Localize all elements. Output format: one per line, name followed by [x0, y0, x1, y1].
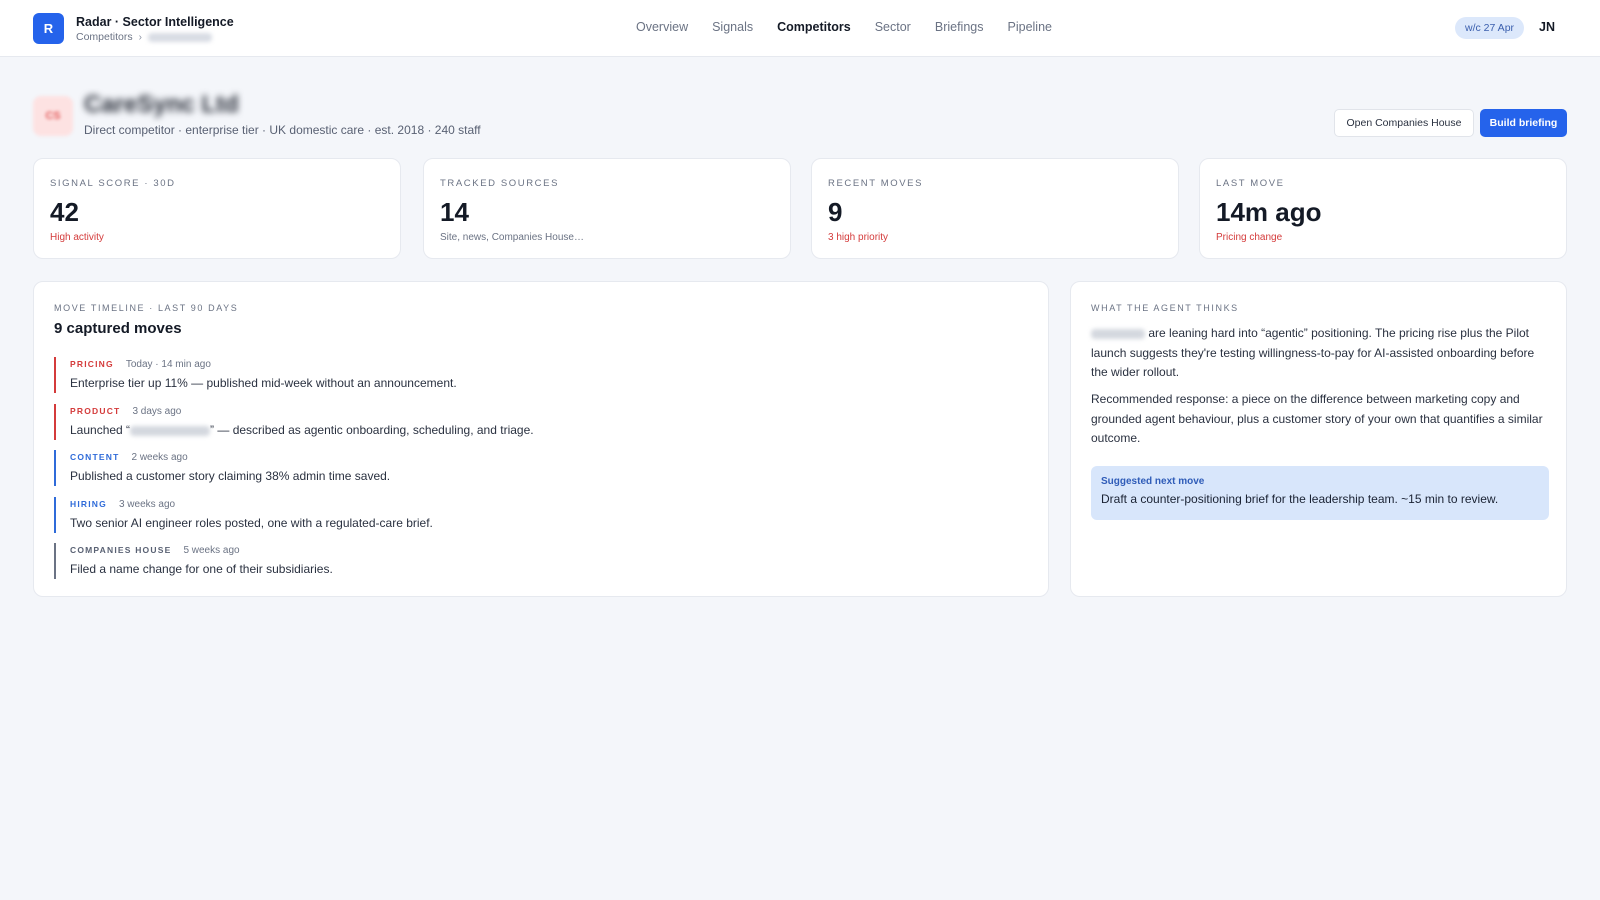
move-time: 5 weeks ago: [183, 544, 240, 556]
move-time: Today · 14 min ago: [125, 358, 211, 370]
move-tag: PRICING: [70, 359, 114, 369]
move-timeline-card: MOVE TIMELINE · LAST 90 DAYS 9 captured …: [33, 281, 1049, 597]
move-time: 3 weeks ago: [118, 498, 176, 510]
timeline-item[interactable]: COMPANIES HOUSE 5 weeks ago Filed a name…: [54, 543, 333, 579]
suggest-title: Suggested next move: [1101, 476, 1205, 487]
company-logo: CS: [33, 96, 73, 136]
agent-insight-card: WHAT THE AGENT THINKS are leaning hard i…: [1070, 281, 1567, 597]
move-text: Enterprise tier up 11% — published mid-w…: [70, 376, 457, 390]
nav-signals[interactable]: Signals: [712, 20, 753, 34]
week-selector[interactable]: w/c 27 Apr: [1455, 17, 1525, 39]
breadcrumb-competitors[interactable]: Competitors: [76, 31, 133, 43]
move-tag: HIRING: [70, 499, 107, 509]
breadcrumb-current-redacted: [147, 32, 212, 42]
agent-paragraph-1-text: are leaning hard into “agentic” position…: [1091, 326, 1535, 379]
suggested-next-move[interactable]: Suggested next move Draft a counter-posi…: [1091, 466, 1549, 520]
user-avatar[interactable]: JN: [1539, 20, 1555, 34]
agent-paragraph-2: Recommended response: a piece on the dif…: [1091, 392, 1543, 445]
nav-pipeline[interactable]: Pipeline: [1008, 20, 1052, 34]
app-logo[interactable]: R: [33, 13, 64, 44]
stat-card-signal-score: SIGNAL SCORE · 30D 42 High activity: [33, 158, 401, 259]
nav-sector[interactable]: Sector: [875, 20, 911, 34]
move-tag: COMPANIES HOUSE: [70, 545, 172, 555]
timeline-label: MOVE TIMELINE · LAST 90 DAYS: [54, 303, 239, 313]
stat-card-last-move: LAST MOVE 14m ago Pricing change: [1199, 158, 1567, 259]
agent-label: WHAT THE AGENT THINKS: [1091, 303, 1239, 313]
stat-note: Site, news, Companies House…: [440, 232, 584, 243]
stat-label: RECENT MOVES: [828, 178, 924, 189]
nav-overview[interactable]: Overview: [636, 20, 688, 34]
stat-value: 42: [50, 197, 79, 227]
stat-card-tracked-sources: TRACKED SOURCES 14 Site, news, Companies…: [423, 158, 791, 259]
move-tag: CONTENT: [70, 452, 120, 462]
company-name: CareSync Ltd: [84, 91, 239, 118]
timeline-item[interactable]: PRICING Today · 14 min ago Enterprise ti…: [54, 357, 457, 393]
chevron-right-icon: ›: [138, 31, 142, 43]
top-bar: R Radar · Sector Intelligence Competitor…: [0, 0, 1600, 57]
open-companies-house-button[interactable]: Open Companies House: [1334, 109, 1474, 137]
stat-label: LAST MOVE: [1216, 178, 1285, 189]
nav-briefings[interactable]: Briefings: [935, 20, 984, 34]
timeline-item[interactable]: CONTENT 2 weeks ago Published a customer…: [54, 450, 390, 486]
move-text: Launched “ ” — described as agentic onboa…: [70, 423, 534, 437]
move-text: Filed a name change for one of their sub…: [70, 562, 333, 576]
app-title: Radar · Sector Intelligence: [76, 15, 234, 29]
breadcrumb: Competitors ›: [76, 31, 212, 43]
stat-note: 3 high priority: [828, 232, 889, 243]
agent-paragraph-1: are leaning hard into “agentic” position…: [1091, 324, 1549, 383]
nav-competitors[interactable]: Competitors: [777, 20, 851, 34]
redacted-company-name: [1091, 328, 1145, 339]
redacted-product-name: [130, 425, 211, 436]
company-subtitle: Direct competitor · enterprise tier · UK…: [84, 123, 481, 137]
timeline-item[interactable]: PRODUCT 3 days ago Launched “ ” — describ…: [54, 404, 534, 440]
stat-note: Pricing change: [1216, 232, 1283, 243]
stat-note: High activity: [50, 232, 104, 243]
timeline-heading: 9 captured moves: [54, 320, 182, 337]
stat-value: 14m ago: [1216, 197, 1322, 227]
move-text: Two senior AI engineer roles posted, one…: [70, 516, 433, 530]
main-nav: Overview Signals Competitors Sector Brie…: [636, 20, 1052, 34]
timeline-item[interactable]: HIRING 3 weeks ago Two senior AI enginee…: [54, 497, 433, 533]
move-time: 2 weeks ago: [131, 451, 188, 463]
move-text: Published a customer story claiming 38% …: [70, 469, 391, 483]
stat-label: TRACKED SOURCES: [440, 178, 560, 189]
suggest-text: Draft a counter-positioning brief for th…: [1101, 492, 1499, 506]
move-tag: PRODUCT: [70, 406, 121, 416]
move-time: 3 days ago: [132, 405, 182, 417]
move-text-post: ” — described as agentic onboarding, sch…: [210, 423, 534, 437]
stat-card-recent-moves: RECENT MOVES 9 3 high priority: [811, 158, 1179, 259]
move-text-pre: Launched “: [70, 423, 131, 437]
stat-value: 9: [828, 197, 843, 227]
build-briefing-button[interactable]: Build briefing: [1480, 109, 1567, 137]
stat-label: SIGNAL SCORE · 30D: [50, 178, 176, 189]
stat-value: 14: [440, 197, 469, 227]
